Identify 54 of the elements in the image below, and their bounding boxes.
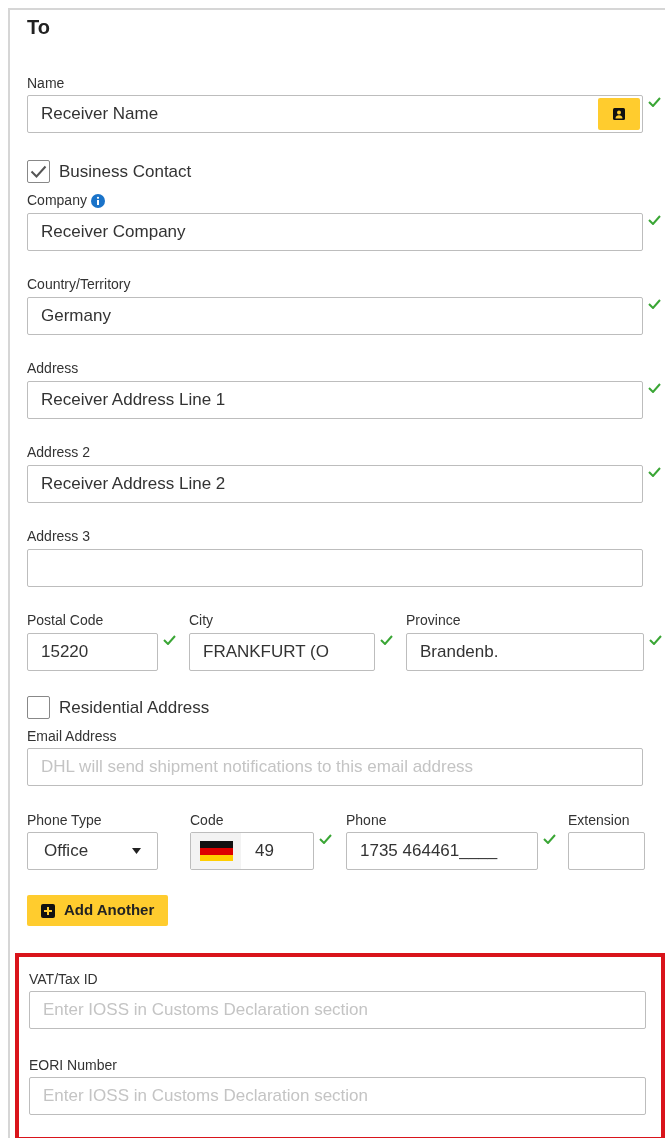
- checkbox-label: Business Contact: [59, 161, 192, 183]
- input-field[interactable]: Receiver Name: [27, 95, 643, 133]
- input-field[interactable]: Receiver Address Line 1: [27, 380, 643, 419]
- field-label: VAT/Tax ID: [29, 969, 98, 989]
- field-label: Extension: [568, 810, 630, 830]
- field-label: Phone: [346, 810, 387, 830]
- input-field[interactable]: 49: [190, 832, 314, 870]
- input-field[interactable]: Enter IOSS in Customs Declaration section: [29, 1077, 646, 1115]
- flag-icon: [199, 841, 233, 861]
- caret-icon: [132, 848, 141, 854]
- field-label: Province: [406, 611, 461, 630]
- input-field[interactable]: DHL will send shipment notifications to this email address: [27, 748, 643, 786]
- check-icon: [647, 298, 661, 309]
- info-icon: [90, 193, 105, 208]
- input-field[interactable]: 15220: [27, 632, 158, 671]
- checkbox[interactable]: [27, 160, 50, 184]
- check-icon: [379, 634, 393, 645]
- input-field[interactable]: Receiver Company: [27, 212, 643, 251]
- phone-type-dropdown[interactable]: Office: [27, 832, 158, 870]
- field-label: Code: [190, 810, 224, 830]
- input-field[interactable]: Brandenb.: [406, 632, 644, 671]
- contact-icon: [613, 108, 625, 120]
- field-label: Country/Territory: [27, 275, 131, 294]
- checkbox[interactable]: [27, 695, 50, 719]
- input-field[interactable]: [568, 832, 645, 870]
- field-label: Phone Type: [27, 810, 102, 830]
- input-field[interactable]: Receiver Address Line 2: [27, 464, 643, 503]
- check-icon: [647, 214, 661, 225]
- check-icon: [542, 834, 556, 844]
- field-label: Address 3: [27, 527, 91, 546]
- input-field[interactable]: Enter IOSS in Customs Declaration section: [29, 991, 646, 1029]
- plus-icon: [41, 903, 55, 918]
- check-icon: [647, 97, 661, 107]
- field-label: EORI Number: [29, 1055, 117, 1075]
- check-icon: [647, 382, 661, 393]
- field-label: City: [189, 611, 214, 630]
- input-field[interactable]: 1735 464461____: [346, 832, 538, 870]
- checkbox-label: Residential Address: [59, 696, 210, 719]
- input-field[interactable]: [27, 548, 643, 587]
- section-title: To: [27, 15, 51, 40]
- field-label: Address: [27, 359, 79, 378]
- check-icon: [162, 634, 176, 645]
- field-label: Postal Code: [27, 611, 104, 630]
- check-icon: [647, 466, 661, 477]
- field-label: Company: [27, 191, 87, 210]
- field-label: Address 2: [27, 443, 91, 462]
- add-another-button[interactable]: Add Another: [27, 895, 169, 926]
- contact-book-button[interactable]: [598, 98, 640, 130]
- input-field[interactable]: FRANKFURT (O: [189, 632, 375, 671]
- input-field[interactable]: Germany: [27, 296, 643, 335]
- check-icon: [318, 834, 332, 844]
- field-label: Email Address: [27, 726, 117, 746]
- field-label: Name: [27, 73, 65, 93]
- check-icon: [648, 634, 662, 645]
